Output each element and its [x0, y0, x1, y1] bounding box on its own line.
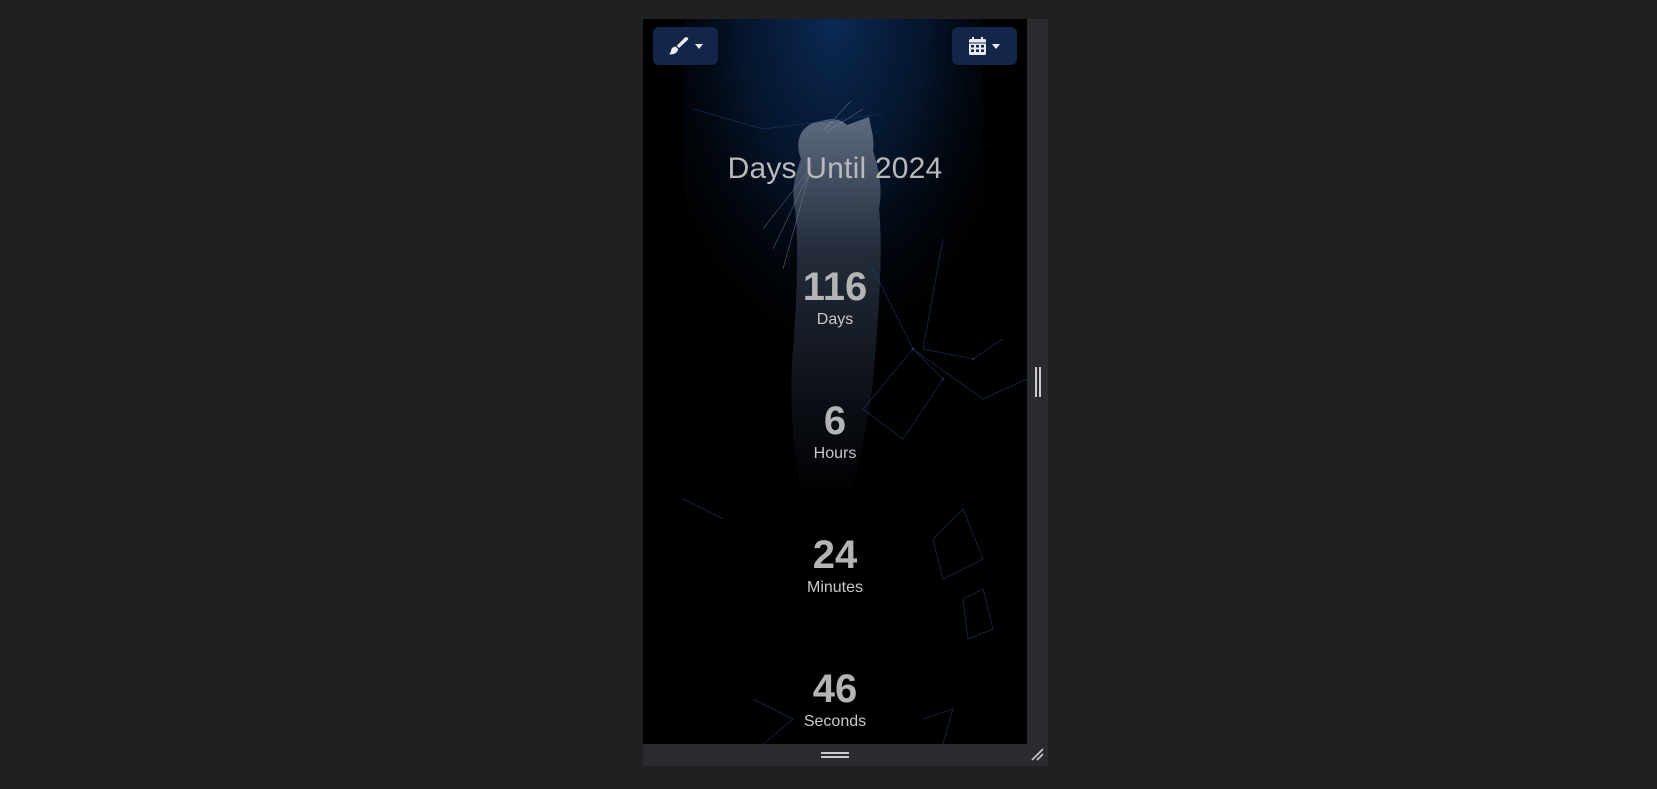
- device-frame: Days Until 2024 116 Days 6 Hours 24 Minu…: [643, 19, 1048, 766]
- hours-label: Hours: [813, 445, 857, 462]
- page-title: Days Until 2024: [727, 152, 943, 185]
- hours-value: 6: [823, 399, 847, 443]
- countdown-viewport: Days Until 2024 116 Days 6 Hours 24 Minu…: [643, 19, 1027, 744]
- chevron-down-icon: [694, 43, 703, 49]
- horizontal-resize-handle[interactable]: [821, 751, 849, 759]
- minutes-label: Minutes: [806, 579, 864, 596]
- cat-background-image: [643, 19, 1027, 744]
- days-label: Days: [816, 311, 854, 328]
- vertical-resize-handle[interactable]: [1034, 367, 1042, 397]
- countdown-seconds: 46 Seconds: [643, 667, 1027, 732]
- countdown-minutes: 24 Minutes: [643, 533, 1027, 598]
- seconds-label: Seconds: [803, 713, 867, 730]
- theme-dropdown-button[interactable]: [653, 27, 718, 65]
- seconds-value: 46: [812, 667, 858, 711]
- corner-resize-handle[interactable]: [1029, 746, 1045, 762]
- calendar-icon: [969, 37, 986, 55]
- date-dropdown-button[interactable]: [952, 27, 1017, 65]
- chevron-down-icon: [992, 43, 1000, 49]
- days-value: 116: [802, 265, 868, 309]
- minutes-value: 24: [812, 533, 858, 577]
- countdown-hours: 6 Hours: [643, 399, 1027, 464]
- countdown-days: 116 Days: [643, 265, 1027, 330]
- paintbrush-icon: [668, 37, 689, 55]
